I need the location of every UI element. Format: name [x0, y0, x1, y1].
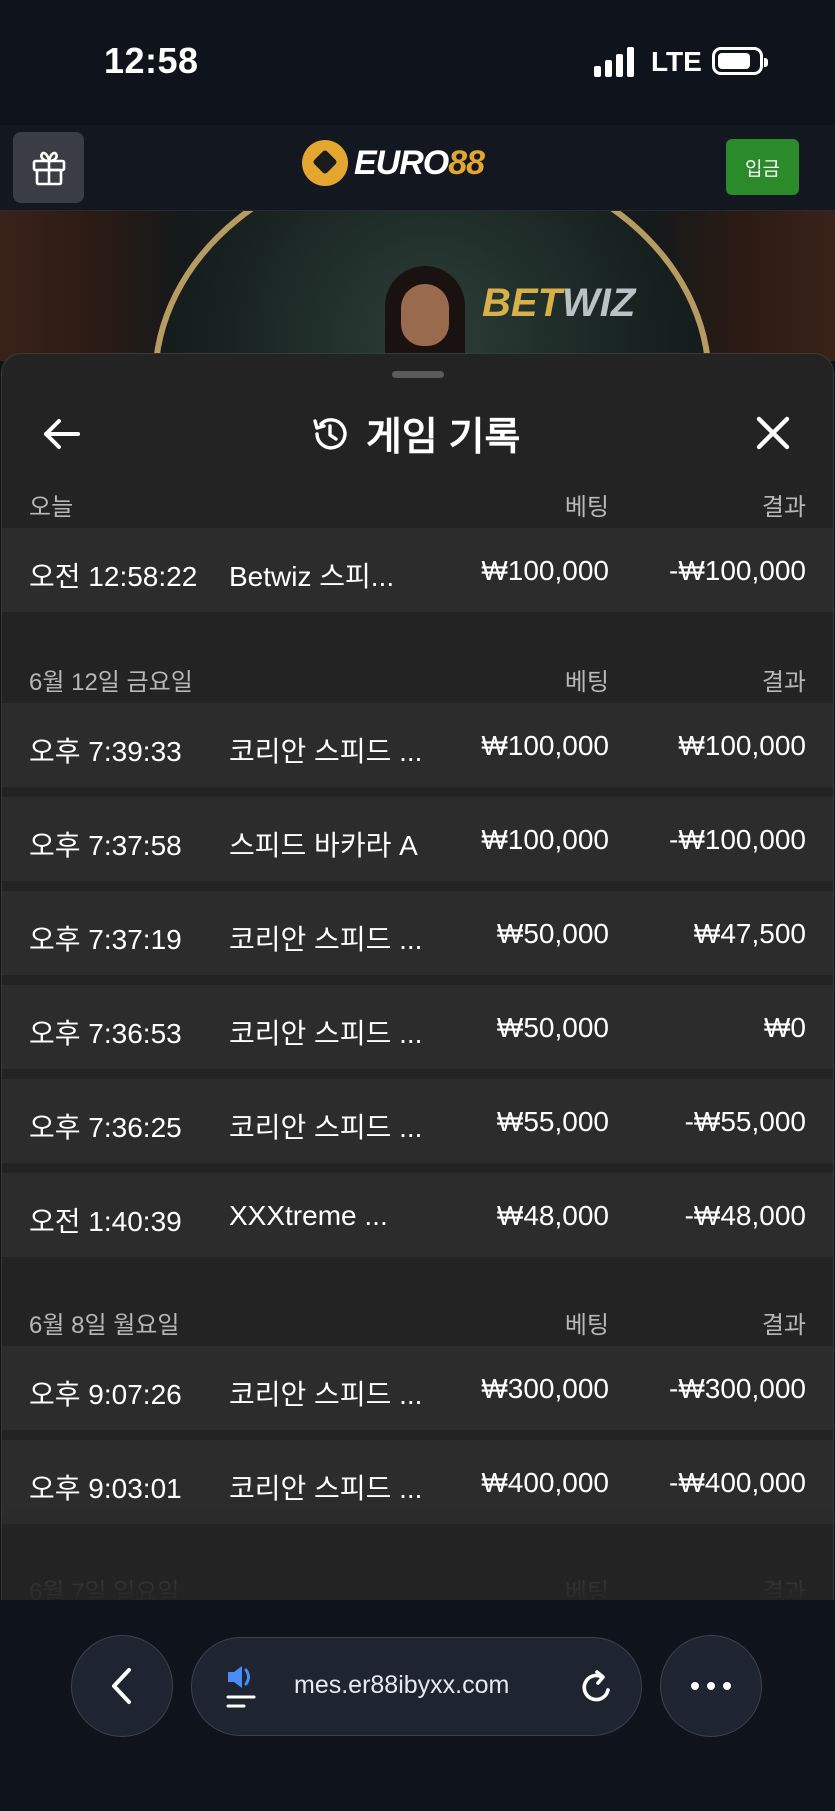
game-banner[interactable]: BETWIZ — [0, 211, 835, 361]
row-time: 오후 7:36:53 — [29, 1018, 182, 1049]
row-game: 스피드 바카라 A — [229, 830, 418, 861]
section-header: 오늘 베팅 결과 — [2, 470, 833, 528]
gift-button[interactable] — [13, 132, 84, 203]
address-bar[interactable]: mes.er88ibyxx.com — [191, 1637, 642, 1736]
result-column-header: 결과 — [761, 1579, 806, 1600]
row-game: 코리안 스피드 ... — [229, 1112, 423, 1143]
bet-column-header: 베팅 — [564, 494, 609, 521]
speaker-icon[interactable] — [224, 1664, 264, 1712]
row-game: XXXtreme ... — [229, 1200, 388, 1231]
row-bet: ₩50,000 — [496, 1012, 609, 1043]
row-game: 코리안 스피드 ... — [229, 1018, 423, 1049]
close-icon — [756, 416, 790, 450]
history-row[interactable]: 오전 12:58:22 Betwiz 스피... ₩100,000 -₩100,… — [2, 528, 833, 612]
row-time: 오후 7:39:33 — [29, 736, 182, 767]
row-bet: ₩50,000 — [496, 918, 609, 949]
row-result: -₩48,000 — [684, 1200, 806, 1231]
row-time: 오후 7:37:58 — [29, 830, 182, 861]
bet-column-header: 베팅 — [564, 1312, 609, 1339]
browser-back-button[interactable] — [71, 1635, 173, 1737]
history-row[interactable]: 오후 9:07:26 코리안 스피드 ... ₩300,000 -₩300,00… — [2, 1346, 833, 1430]
row-time: 오후 7:36:25 — [29, 1112, 182, 1143]
dot-icon — [723, 1682, 731, 1690]
row-game: 코리안 스피드 ... — [229, 1379, 423, 1410]
history-row[interactable]: 오후 7:36:25 코리안 스피드 ... ₩55,000 -₩55,000 — [2, 1079, 833, 1163]
back-button[interactable] — [40, 412, 84, 456]
reload-icon[interactable] — [577, 1668, 617, 1708]
betwiz-logo: BETWIZ — [482, 281, 636, 325]
row-game: 코리안 스피드 ... — [229, 736, 423, 767]
sheet-title: 게임 기록 — [366, 416, 521, 459]
history-row[interactable]: 오전 1:40:39 XXXtreme ... ₩48,000 -₩48,000 — [2, 1173, 833, 1257]
row-game: Betwiz 스피... — [229, 561, 395, 592]
row-time: 오후 7:37:19 — [29, 924, 182, 955]
status-bar: 12:58 LTE — [0, 0, 835, 125]
dot-icon — [707, 1682, 715, 1690]
battery-icon — [712, 47, 768, 75]
row-result: ₩100,000 — [678, 730, 806, 761]
soccer-ball-icon — [302, 140, 348, 186]
more-menu-button[interactable] — [660, 1635, 762, 1737]
logo-text-euro: EURO — [354, 143, 449, 182]
row-result: -₩100,000 — [669, 824, 806, 855]
row-bet: ₩300,000 — [481, 1373, 609, 1404]
section-date: 6월 8일 월요일 — [29, 1312, 180, 1339]
row-time: 오전 12:58:22 — [29, 561, 198, 592]
row-result: -₩400,000 — [669, 1467, 806, 1498]
logo-text-88: 88 — [448, 143, 485, 182]
status-time: 12:58 — [104, 40, 199, 81]
section-header: 6월 12일 금요일 베팅 결과 — [2, 645, 833, 703]
row-result: ₩0 — [764, 1012, 806, 1043]
result-column-header: 결과 — [761, 1312, 806, 1339]
bet-column-header: 베팅 — [564, 1579, 609, 1600]
row-bet: ₩55,000 — [496, 1106, 609, 1137]
section-date: 오늘 — [29, 494, 74, 521]
close-button[interactable] — [750, 410, 796, 456]
row-bet: ₩100,000 — [481, 824, 609, 855]
section-header: 6월 7일 일요일 베팅 결과 — [2, 1555, 833, 1600]
signal-icon — [594, 47, 636, 77]
row-time: 오후 9:07:26 — [29, 1379, 182, 1410]
dot-icon — [691, 1682, 699, 1690]
row-bet: ₩48,000 — [496, 1200, 609, 1231]
section-date: 6월 12일 금요일 — [29, 669, 193, 696]
row-time: 오전 1:40:39 — [29, 1206, 182, 1237]
history-row[interactable]: 오후 7:37:58 스피드 바카라 A ₩100,000 -₩100,000 — [2, 797, 833, 881]
url-text: mes.er88ibyxx.com — [294, 1671, 510, 1699]
history-row[interactable]: 오후 7:37:19 코리안 스피드 ... ₩50,000 ₩47,500 — [2, 891, 833, 975]
section-header: 6월 8일 월요일 베팅 결과 — [2, 1288, 833, 1346]
bet-column-header: 베팅 — [564, 669, 609, 696]
row-bet: ₩400,000 — [481, 1467, 609, 1498]
history-row[interactable]: 오후 9:03:01 코리안 스피드 ... ₩400,000 -₩400,00… — [2, 1440, 833, 1524]
row-bet: ₩100,000 — [481, 555, 609, 586]
history-row[interactable]: 오후 7:36:53 코리안 스피드 ... ₩50,000 ₩0 — [2, 985, 833, 1069]
history-row[interactable]: 오후 7:39:33 코리안 스피드 ... ₩100,000 ₩100,000 — [2, 703, 833, 787]
arrow-left-icon — [44, 419, 80, 449]
euro88-logo[interactable]: EURO88 — [302, 140, 485, 186]
row-result: -₩55,000 — [684, 1106, 806, 1137]
network-type: LTE — [651, 46, 702, 77]
gift-icon — [32, 151, 65, 185]
dealer-image — [385, 266, 465, 361]
row-result: -₩100,000 — [669, 555, 806, 586]
site-header: EURO88 입금 — [0, 125, 835, 211]
row-bet: ₩100,000 — [481, 730, 609, 761]
sheet-grabber[interactable] — [392, 371, 444, 378]
section-date: 6월 7일 일요일 — [29, 1579, 180, 1600]
chevron-left-icon — [112, 1668, 131, 1704]
result-column-header: 결과 — [761, 669, 806, 696]
browser-toolbar: mes.er88ibyxx.com — [0, 1600, 835, 1811]
row-result: -₩300,000 — [669, 1373, 806, 1404]
game-history-sheet: 게임 기록 오늘 베팅 결과 오전 12:58:22 Betwiz 스피... … — [1, 353, 834, 1600]
row-result: ₩47,500 — [693, 918, 806, 949]
history-icon — [313, 418, 347, 450]
sheet-header: 게임 기록 — [2, 384, 833, 484]
deposit-button[interactable]: 입금 — [726, 139, 799, 195]
row-time: 오후 9:03:01 — [29, 1473, 182, 1504]
row-game: 코리안 스피드 ... — [229, 1473, 423, 1504]
result-column-header: 결과 — [761, 494, 806, 521]
row-game: 코리안 스피드 ... — [229, 924, 423, 955]
